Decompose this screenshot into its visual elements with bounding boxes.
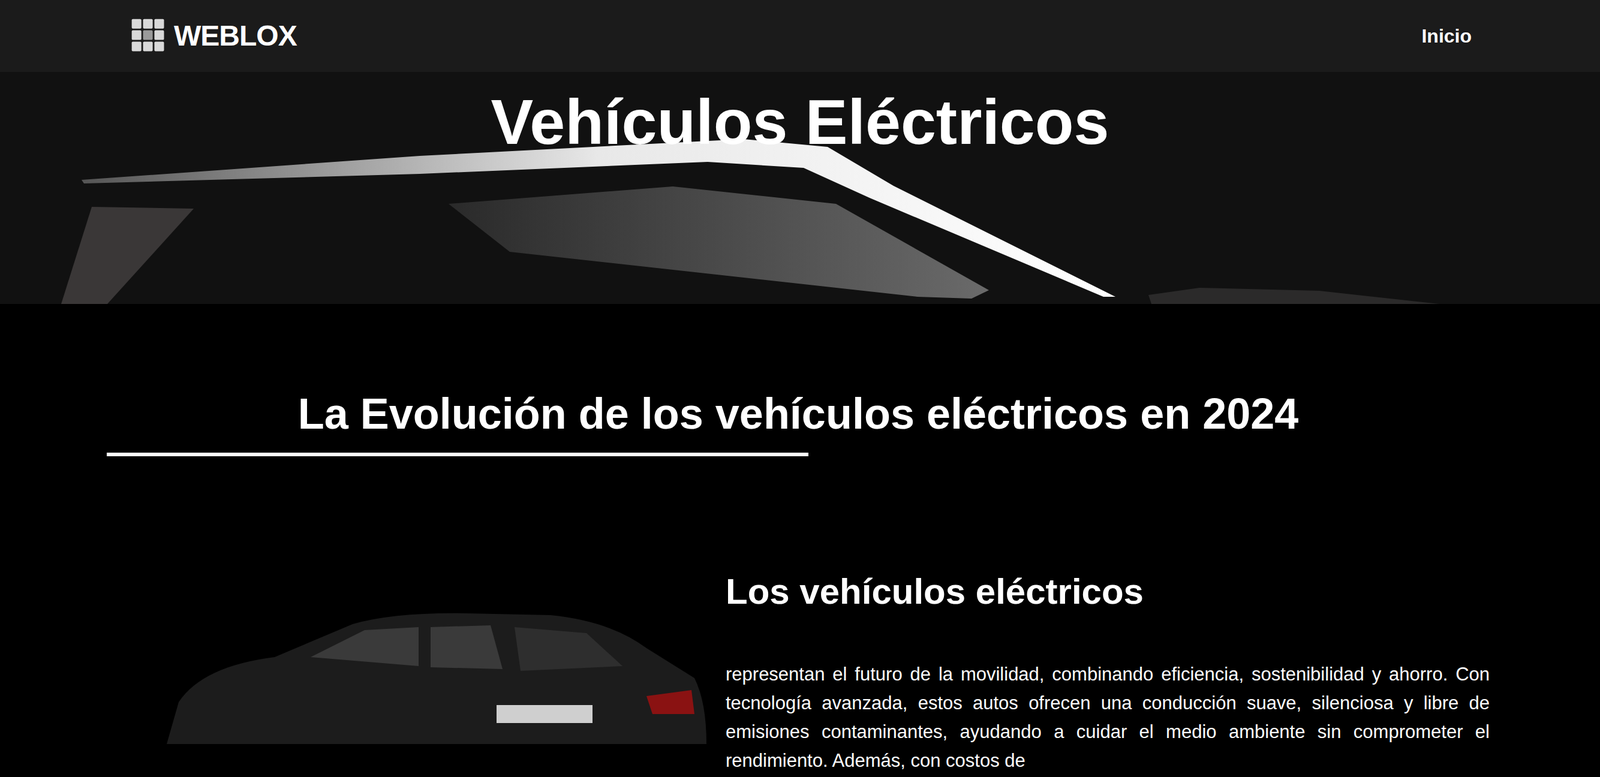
heading-underline — [106, 452, 809, 457]
page: WEBLOX Inicio Vehículos Eléctricos La Evolu… — [0, 0, 1600, 777]
logo-text: WEBLOX — [173, 14, 297, 58]
hero-title: Vehículos Eléctricos — [0, 71, 1600, 161]
nav-links: Inicio — [1421, 21, 1472, 51]
content-section: La Evolución de los vehículos eléctricos… — [0, 304, 1600, 776]
section-heading: La Evolución de los vehículos eléctricos… — [106, 388, 1490, 440]
navbar: WEBLOX Inicio — [0, 0, 1600, 72]
nav-link[interactable]: Inicio — [1421, 21, 1472, 51]
car-photo-icon — [154, 600, 719, 745]
logo[interactable]: WEBLOX — [128, 14, 297, 58]
article-text: Los vehículos eléctricos representan el f… — [725, 570, 1490, 776]
article: Los vehículos eléctricos representan el f… — [106, 570, 1490, 776]
logo-cube-icon — [128, 15, 170, 57]
article-paragraph: representan el futuro de la movilidad, c… — [725, 660, 1490, 776]
car-photo — [106, 570, 719, 727]
hero: Vehículos Eléctricos — [0, 71, 1600, 305]
article-subheading: Los vehículos eléctricos — [725, 570, 1490, 614]
